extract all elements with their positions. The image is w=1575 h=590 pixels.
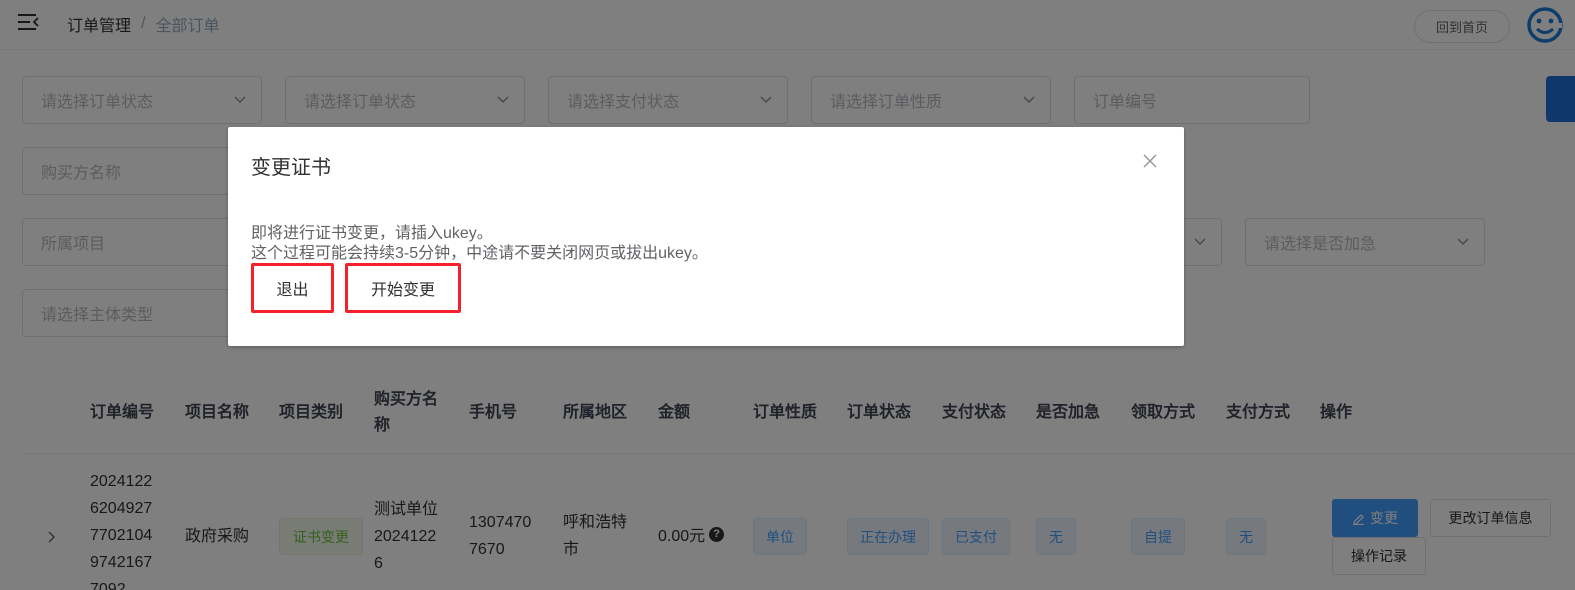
exit-button[interactable]: 退出 <box>251 263 334 313</box>
dialog-message: 即将进行证书变更，请插入ukey。 这个过程可能会持续3-5分钟，中途请不要关闭… <box>251 224 708 264</box>
change-certificate-dialog: 变更证书 即将进行证书变更，请插入ukey。 这个过程可能会持续3-5分钟，中途… <box>228 127 1184 346</box>
dialog-message-line-1: 即将进行证书变更，请插入ukey。 <box>251 225 493 242</box>
dialog-message-line-2: 这个过程可能会持续3-5分钟，中途请不要关闭网页或拔出ukey。 <box>251 245 708 262</box>
start-change-button[interactable]: 开始变更 <box>345 263 461 313</box>
close-icon[interactable] <box>1143 154 1157 168</box>
dialog-title: 变更证书 <box>251 157 331 179</box>
